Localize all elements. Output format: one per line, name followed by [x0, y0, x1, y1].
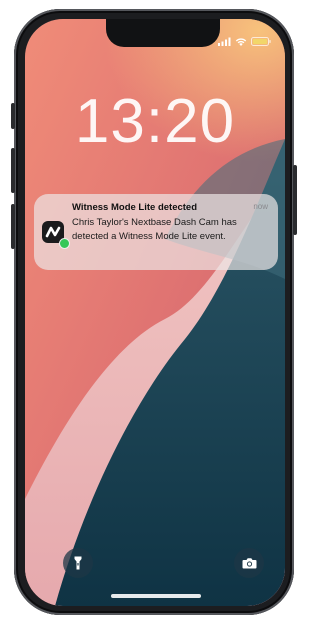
- battery-icon: [251, 37, 271, 46]
- notification-time: now: [253, 202, 268, 211]
- notch: [106, 19, 220, 47]
- status-bar: [218, 37, 271, 46]
- camera-button[interactable]: [234, 548, 264, 578]
- flashlight-button[interactable]: [63, 548, 93, 578]
- flashlight-icon: [74, 556, 82, 570]
- volume-down-button: [11, 204, 15, 249]
- power-button: [293, 165, 297, 235]
- lock-screen: 13:20 Witness Mode Lite detected now Chr…: [25, 19, 285, 606]
- notification-title: Witness Mode Lite detected: [72, 202, 198, 213]
- notification-card[interactable]: Witness Mode Lite detected now Chris Tay…: [34, 194, 278, 270]
- lock-screen-clock: 13:20: [74, 87, 236, 156]
- notification-body: Chris Taylor's Nextbase Dash Cam has det…: [72, 217, 237, 242]
- wifi-icon: [235, 38, 247, 46]
- camera-icon: [242, 558, 256, 569]
- messages-badge-icon: [59, 238, 70, 249]
- volume-up-button: [11, 148, 15, 193]
- nextbase-icon: [42, 221, 70, 249]
- silent-switch: [11, 103, 15, 129]
- home-indicator[interactable]: [111, 594, 201, 598]
- cellular-signal-icon: [218, 37, 231, 46]
